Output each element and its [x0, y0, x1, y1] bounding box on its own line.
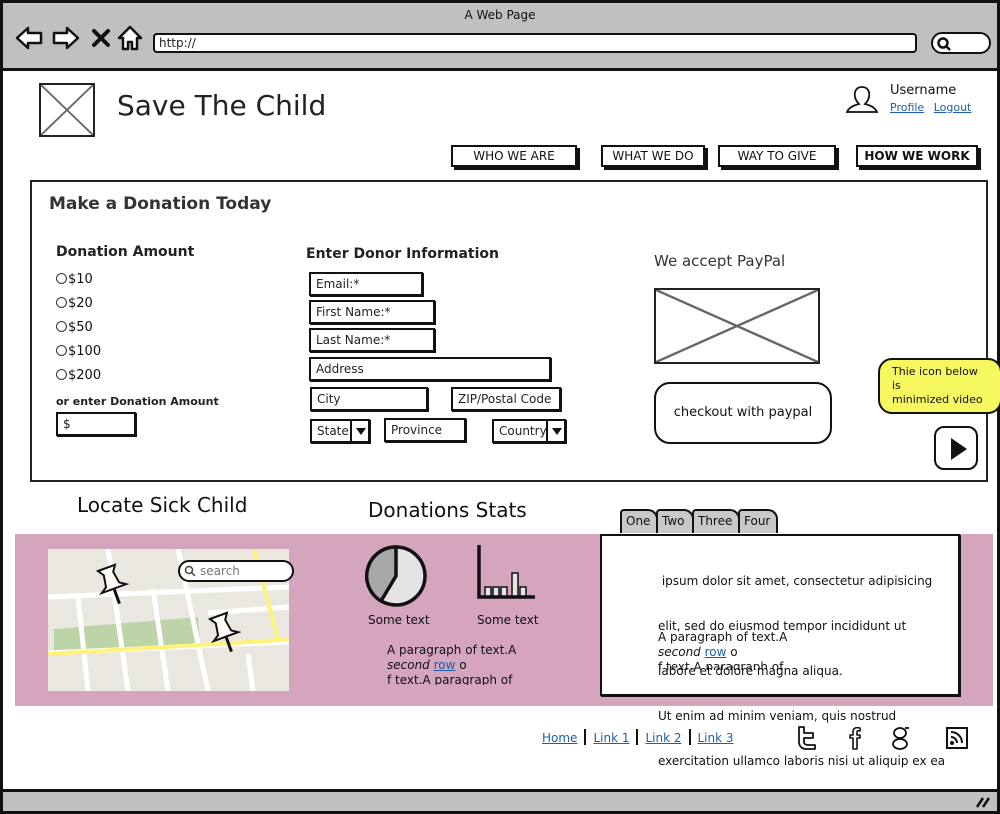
radio-amount-200[interactable]: $200 — [56, 368, 101, 383]
footer-link-2[interactable]: Link 2 — [645, 731, 681, 745]
profile-link[interactable]: Profile — [890, 101, 924, 114]
nav-how-we-work[interactable]: HOW WE WORK — [856, 145, 978, 167]
forward-icon[interactable] — [52, 25, 80, 51]
donation-panel-title: Make a Donation Today — [49, 194, 272, 214]
radio-amount-50[interactable]: $50 — [56, 320, 93, 335]
twitter-icon[interactable] — [795, 725, 819, 751]
email-field[interactable]: Email:* — [309, 272, 423, 296]
tab-two[interactable]: Two — [656, 509, 694, 533]
custom-amount-input[interactable]: $ — [56, 412, 136, 436]
row-link[interactable]: row — [434, 658, 456, 672]
pie-caption: Some text — [368, 613, 430, 627]
radio-amount-10[interactable]: $10 — [56, 272, 93, 287]
city-field[interactable]: City — [310, 387, 428, 411]
stop-icon[interactable] — [91, 25, 111, 51]
search-icon — [937, 37, 951, 51]
radio-circle — [56, 297, 67, 308]
zip-field[interactable]: ZIP/Postal Code — [451, 387, 561, 411]
pie-chart-icon — [364, 545, 427, 607]
province-field[interactable]: Province — [384, 418, 466, 442]
nav-what-we-do[interactable]: WHAT WE DO — [601, 145, 705, 167]
url-input[interactable]: http:// — [153, 33, 917, 53]
radio-amount-100[interactable]: $100 — [56, 344, 101, 359]
radio-circle — [56, 345, 67, 356]
browser-search[interactable] — [931, 32, 991, 54]
row-link[interactable]: row — [705, 645, 727, 659]
play-video-button[interactable] — [934, 426, 978, 470]
donation-amount-title: Donation Amount — [56, 244, 195, 260]
tab-lorem-text: ipsum dolor sit amet, consectetur adipis… — [658, 574, 946, 768]
tab-one[interactable]: One — [620, 509, 658, 533]
home-icon[interactable] — [116, 25, 144, 51]
footer-link-3[interactable]: Link 3 — [698, 731, 734, 745]
paypal-image-placeholder — [654, 288, 820, 364]
map-search-input[interactable]: search — [178, 560, 294, 582]
status-bar — [3, 789, 997, 811]
rss-icon[interactable] — [945, 725, 969, 751]
nav-who-we-are[interactable]: WHO WE ARE — [451, 145, 577, 167]
tab-four[interactable]: Four — [738, 509, 778, 533]
radio-circle — [56, 321, 67, 332]
footer-link-1[interactable]: Link 1 — [593, 731, 629, 745]
user-links: Profile Logout — [890, 101, 977, 114]
tab-paragraph: A paragraph of text.A second row o f tex… — [658, 630, 788, 670]
sticky-note: Thie icon below is minimized video — [878, 358, 1000, 414]
nav-way-to-give[interactable]: WAY TO GIVE — [718, 145, 836, 167]
radio-circle — [56, 273, 67, 284]
stats-paragraph: A paragraph of text.A second row o f tex… — [387, 643, 517, 685]
divider — [636, 729, 639, 745]
browser-window: A Web Page http:// Save The Child Userna… — [0, 0, 1000, 814]
footer-links: Home Link 1 Link 2 Link 3 — [542, 729, 734, 745]
window-title: A Web Page — [464, 8, 536, 22]
divider — [584, 729, 587, 745]
logout-link[interactable]: Logout — [934, 101, 972, 114]
resize-grip-icon[interactable] — [975, 796, 991, 808]
footer-link-home[interactable]: Home — [542, 731, 577, 745]
radio-amount-20[interactable]: $20 — [56, 296, 93, 311]
country-select[interactable]: Country — [492, 419, 566, 443]
tab-three[interactable]: Three — [692, 509, 740, 533]
google-icon[interactable] — [889, 725, 913, 751]
username-label: Username — [890, 83, 957, 98]
donor-info-title: Enter Donor Information — [306, 246, 499, 262]
first-name-field[interactable]: First Name:* — [309, 300, 435, 324]
address-field[interactable]: Address — [309, 357, 551, 381]
chevron-down-icon — [546, 421, 564, 441]
tab-panel: ipsum dolor sit amet, consectetur adipis… — [600, 534, 960, 768]
last-name-field[interactable]: Last Name:* — [309, 328, 435, 352]
donation-panel: Make a Donation Today Donation Amount $1… — [30, 180, 1000, 482]
divider — [688, 729, 691, 745]
paypal-title: We accept PayPal — [654, 252, 786, 270]
custom-amount-label: or enter Donation Amount — [56, 395, 219, 408]
state-select[interactable]: State — [310, 419, 370, 443]
site-title: Save The Child — [117, 89, 327, 122]
user-avatar-icon — [845, 86, 879, 113]
back-icon[interactable] — [15, 25, 43, 51]
stats-title: Donations Stats — [368, 498, 527, 522]
checkout-paypal-button[interactable]: checkout with paypal — [654, 382, 832, 444]
facebook-icon[interactable] — [843, 725, 867, 751]
bar-caption: Some text — [477, 613, 539, 627]
logo-image-placeholder — [39, 83, 95, 137]
chevron-down-icon — [350, 421, 368, 441]
radio-circle — [56, 369, 67, 380]
browser-toolbar: A Web Page http:// — [3, 3, 997, 71]
locate-title: Locate Sick Child — [77, 493, 248, 517]
search-icon — [184, 565, 196, 577]
bar-chart-icon — [477, 545, 535, 599]
